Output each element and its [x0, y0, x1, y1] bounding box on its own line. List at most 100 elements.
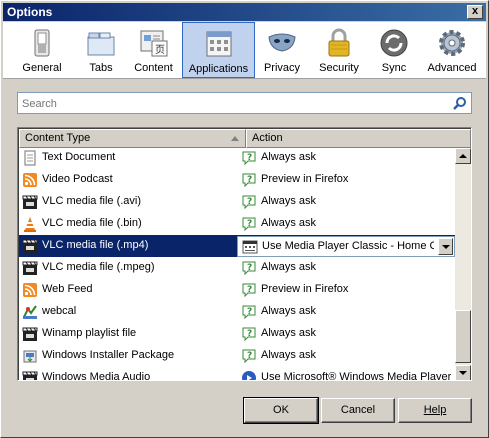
scroll-down-button[interactable] — [455, 365, 471, 380]
action-label: Always ask — [261, 217, 317, 229]
vlc-clapper-icon — [22, 371, 38, 380]
ask-icon: ? — [242, 283, 256, 298]
tab-applications[interactable]: Applications — [182, 22, 255, 78]
content-type-label: webcal — [42, 305, 77, 317]
action-dropdown[interactable]: Use Media Player Classic - Home C... — [237, 236, 455, 257]
ok-button[interactable]: OK — [243, 397, 319, 424]
svg-text:?: ? — [247, 197, 252, 207]
ask-icon: ? — [242, 151, 256, 166]
action-label: Preview in Firefox — [261, 283, 349, 295]
sync-icon — [380, 29, 408, 57]
tab-content[interactable]: 页 Content — [126, 22, 181, 78]
table-row[interactable]: webcal? Always ask — [19, 301, 455, 323]
svg-text:页: 页 — [155, 44, 165, 56]
switch-icon — [34, 29, 50, 57]
preferences-toolbar: General Tabs 页 Content Applications Priv… — [3, 22, 486, 79]
tab-tabs[interactable]: Tabs — [76, 22, 126, 78]
vlc-clapper-icon — [22, 261, 38, 275]
table-row[interactable]: Web Feed? Preview in Firefox — [19, 279, 455, 301]
tab-sync[interactable]: Sync — [369, 22, 419, 78]
tab-advanced-label: Advanced — [427, 62, 477, 74]
tab-tabs-label: Tabs — [89, 62, 113, 74]
action-label: Always ask — [261, 305, 317, 317]
content-type-header[interactable]: Content Type — [19, 129, 246, 148]
table-row[interactable]: VLC media file (.mpeg)? Always ask — [19, 257, 455, 279]
tab-general-label: General — [22, 62, 62, 74]
vlc-clapper-icon — [22, 195, 38, 209]
content-type-label: Windows Installer Package — [42, 349, 175, 361]
tabs-icon — [87, 32, 115, 56]
gear-icon — [439, 30, 465, 56]
ask-icon: ? — [242, 349, 256, 364]
search-input[interactable] — [22, 96, 442, 111]
search-icon[interactable] — [453, 96, 467, 110]
cancel-button[interactable]: Cancel — [321, 398, 395, 423]
table-row[interactable]: VLC media file (.bin)? Always ask — [19, 213, 455, 235]
table-row[interactable]: VLC media file (.avi)? Always ask — [19, 191, 455, 213]
tab-general[interactable]: General — [8, 22, 76, 78]
content-type-label: Web Feed — [42, 283, 93, 295]
svg-text:?: ? — [247, 329, 252, 339]
close-button[interactable]: x — [467, 5, 483, 19]
vertical-scrollbar[interactable] — [455, 148, 471, 380]
svg-text:?: ? — [247, 307, 252, 317]
action-label: Always ask — [261, 261, 317, 273]
content-type-label: VLC media file (.bin) — [42, 217, 142, 229]
installer-icon — [23, 350, 37, 363]
tab-applications-label: Applications — [188, 63, 249, 75]
table-row[interactable]: Video Podcast? Preview in Firefox — [19, 169, 455, 191]
content-type-label: Winamp playlist file — [42, 327, 137, 339]
rows-container: Text Document? Always ask Video Podcast? Pr… — [19, 148, 455, 380]
vlc-clapper-icon — [22, 239, 38, 253]
scroll-thumb[interactable] — [455, 310, 471, 363]
table-row[interactable]: Text Document? Always ask — [19, 148, 455, 169]
action-header[interactable]: Action — [246, 129, 471, 148]
svg-text:?: ? — [247, 285, 252, 295]
action-label: Always ask — [261, 195, 317, 207]
action-dropdown-value: Use Media Player Classic - Home C... — [262, 240, 434, 252]
svg-text:?: ? — [247, 175, 252, 185]
content-type-label: VLC media file (.avi) — [42, 195, 142, 207]
content-type-label: VLC media file (.mp4) — [42, 239, 149, 251]
table-row[interactable]: VLC media file (.mp4) Use Media Player Cl… — [19, 235, 455, 257]
tab-privacy[interactable]: Privacy — [256, 22, 308, 78]
tab-privacy-label: Privacy — [263, 62, 301, 74]
wmp-icon — [242, 371, 256, 380]
table-row[interactable]: Windows Media Audio Use Microsoft® Window… — [19, 367, 455, 380]
action-label: Always ask — [261, 327, 317, 339]
action-label: Preview in Firefox — [261, 173, 349, 185]
padlock-icon — [328, 28, 350, 57]
content-icon: 页 — [140, 30, 167, 57]
window-title: Options — [7, 5, 53, 19]
options-window: Options x General Tabs 页 Content Applica… — [0, 0, 489, 438]
svg-text:?: ? — [247, 263, 252, 273]
ask-icon: ? — [242, 173, 256, 188]
webcal-icon — [23, 305, 37, 319]
mask-icon — [268, 33, 296, 52]
table-row[interactable]: Windows Installer Package? Always ask — [19, 345, 455, 367]
table-row[interactable]: Winamp playlist file? Always ask — [19, 323, 455, 345]
vlc-cone-icon — [24, 217, 36, 232]
content-type-label: VLC media file (.mpeg) — [42, 261, 155, 273]
tab-advanced[interactable]: Advanced — [421, 22, 483, 78]
svg-text:?: ? — [247, 219, 252, 229]
action-label: Always ask — [261, 349, 317, 361]
help-button[interactable]: Help — [398, 398, 472, 423]
tab-security[interactable]: Security — [309, 22, 369, 78]
ask-icon: ? — [242, 195, 256, 210]
document-icon — [24, 150, 36, 166]
scroll-up-button[interactable] — [455, 148, 471, 164]
content-type-label: Video Podcast — [42, 173, 113, 185]
vlc-clapper-icon — [22, 327, 38, 341]
ask-icon: ? — [242, 327, 256, 342]
feed-icon — [23, 173, 37, 187]
tab-content-label: Content — [134, 62, 173, 74]
chevron-down-icon[interactable] — [438, 238, 453, 255]
action-label: Always ask — [261, 151, 317, 163]
svg-text:?: ? — [247, 351, 252, 361]
sort-ascending-icon — [231, 136, 239, 141]
content-type-header-label: Content Type — [25, 132, 91, 144]
applications-icon — [206, 31, 231, 57]
tab-security-label: Security — [319, 62, 359, 74]
content-type-list: Content Type Action Text Document? Always… — [17, 127, 472, 381]
